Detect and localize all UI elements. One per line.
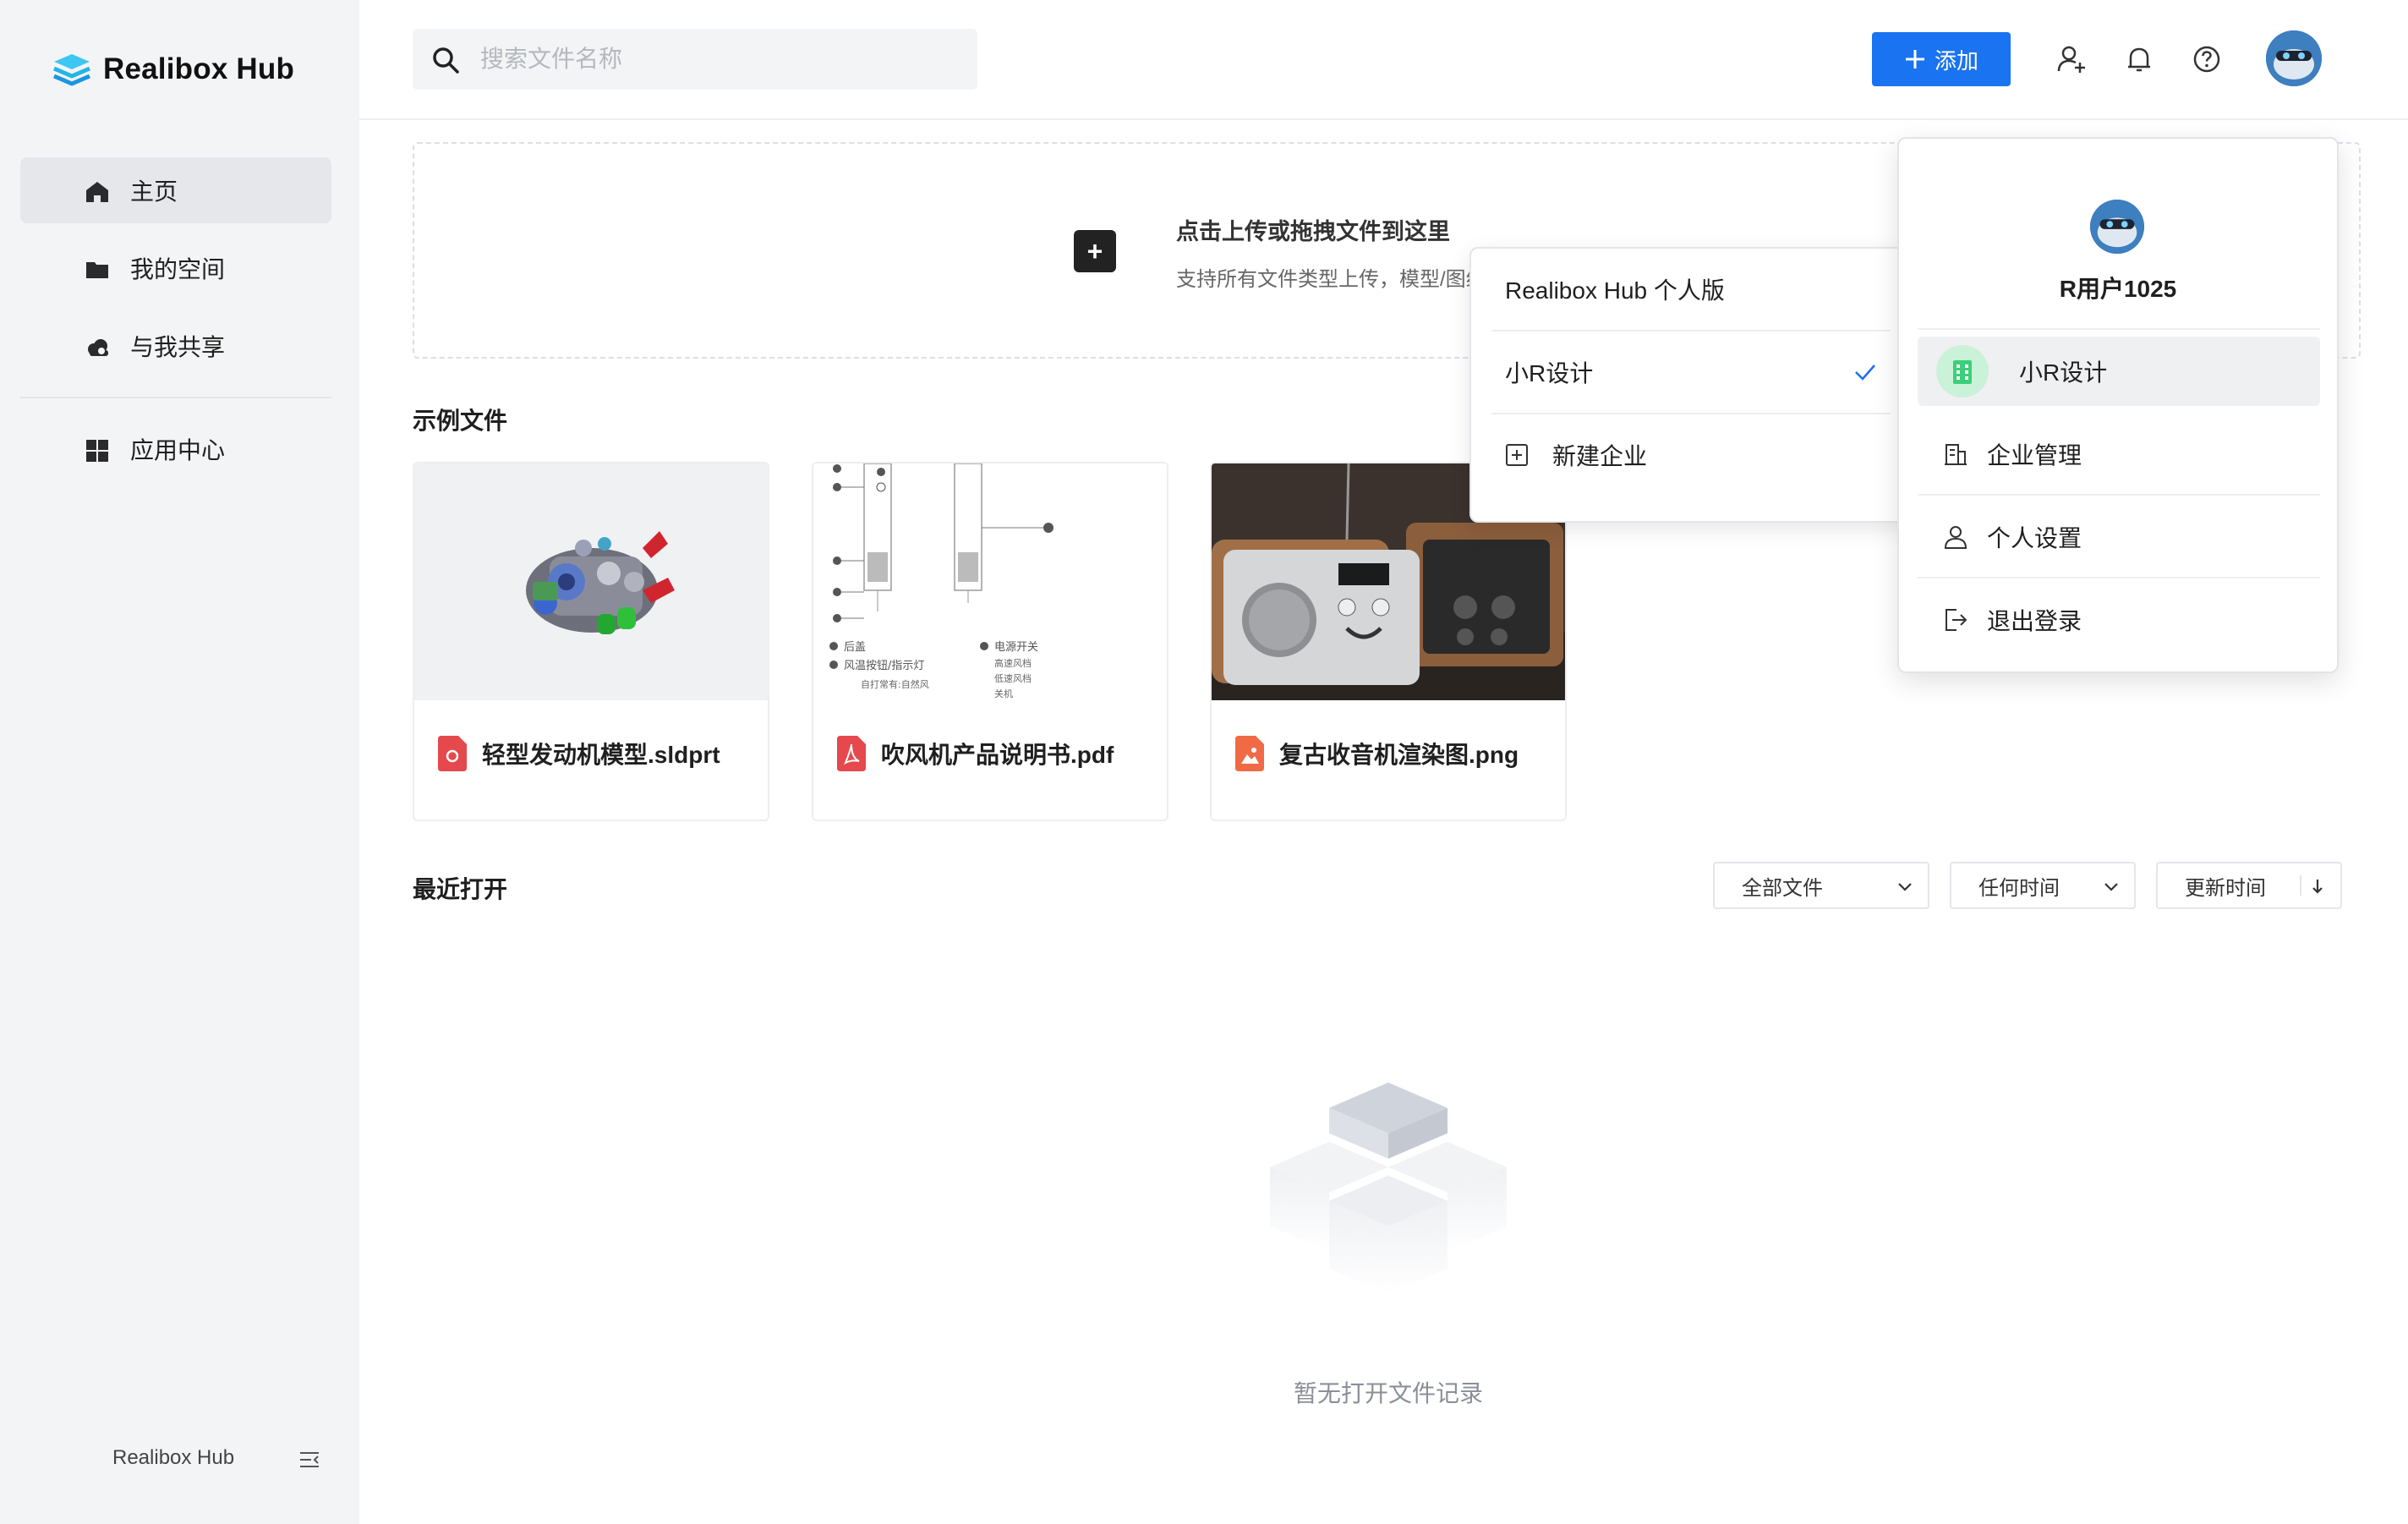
empty-state-illustration (1270, 1083, 1507, 1294)
sidebar-footer: Realibox Hub (0, 1438, 359, 1482)
realibox-logo-icon (53, 54, 90, 86)
user-avatar[interactable] (2266, 30, 2322, 86)
sidebar-item-label: 我的空间 (130, 256, 226, 282)
file-thumbnail (414, 463, 768, 700)
empty-state-text: 暂无打开文件记录 (1294, 1380, 1484, 1406)
home-icon (86, 182, 108, 202)
recent-title: 最近打开 (413, 876, 508, 902)
sidebar: Realibox Hub 主页 我的空间 与我共享 应用中心 Realibox … (0, 0, 359, 1524)
bell-icon[interactable] (2124, 44, 2154, 74)
help-icon[interactable] (2192, 44, 2222, 74)
sidebar-item-label: 应用中心 (130, 437, 226, 463)
menu-item-label: 退出登录 (1987, 608, 2082, 634)
username: R用户1025 (2059, 276, 2177, 302)
new-org-option[interactable]: 新建企业 (1491, 414, 1891, 496)
plus-icon (1905, 50, 1924, 69)
sidebar-item-label: 主页 (130, 178, 178, 205)
file-card-pdf[interactable]: 后盖 风温按钮/指示灯 自打常有:自然风 电源开关 高速风档 低速风档 关机 吹… (812, 462, 1168, 821)
file-thumbnail: 后盖 风温按钮/指示灯 自打常有:自然风 电源开关 高速风档 低速风档 关机 (813, 463, 1167, 700)
upload-plus-icon[interactable]: + (1074, 230, 1116, 272)
file-type-filter[interactable]: 全部文件 (1713, 862, 1929, 909)
sidebar-item-home[interactable]: 主页 (20, 157, 331, 223)
current-org-item[interactable]: 小R设计 (1918, 337, 2320, 406)
user-icon (1944, 526, 1967, 549)
app-logo[interactable]: Realibox Hub (52, 52, 294, 86)
panel-avatar (2090, 200, 2144, 254)
building-icon (1953, 360, 1972, 384)
chevron-down-icon (2104, 883, 2118, 891)
sort-desc-icon[interactable] (2308, 877, 2327, 896)
enterprise-icon (1945, 444, 1967, 465)
cad-file-icon (438, 736, 467, 771)
search-box[interactable] (413, 29, 977, 90)
filter-label: 全部文件 (1742, 876, 1823, 900)
sidebar-divider (20, 397, 331, 398)
profile-panel: R用户1025 小R设计 企业管理 个人设置 退出登录 (1897, 137, 2339, 673)
image-file-icon (1235, 736, 1264, 771)
file-meta: 轻型发动机模型.sldprt (438, 736, 720, 771)
enterprise-management-item[interactable]: 企业管理 (1918, 419, 2320, 489)
file-card-engine[interactable]: 轻型发动机模型.sldprt (413, 462, 769, 821)
upload-subtitle: 支持所有文件类型上传，模型/图纸 (1176, 268, 1472, 291)
file-meta: 复古收音机渲染图.png (1235, 736, 1519, 771)
panel-divider (1918, 328, 2320, 330)
search-input[interactable] (479, 45, 952, 74)
org-option-label: 小R设计 (1505, 360, 1594, 386)
sidebar-item-label: 与我共享 (130, 334, 226, 360)
cloud-share-icon (88, 339, 108, 356)
file-name: 吹风机产品说明书.pdf (881, 742, 1114, 768)
filter-label: 任何时间 (1978, 876, 2060, 900)
sidebar-item-shared[interactable]: 与我共享 (20, 313, 331, 379)
new-org-label: 新建企业 (1552, 443, 1648, 469)
check-icon (1855, 365, 1875, 381)
app-name: Realibox Hub (103, 52, 295, 85)
pdf-label: 关机 (994, 688, 1013, 699)
add-button[interactable]: 添加 (1872, 32, 2011, 86)
logout-item[interactable]: 退出登录 (1918, 585, 2320, 655)
org-option-personal[interactable]: Realibox Hub 个人版 (1491, 249, 1891, 330)
pdf-label: 后盖 (844, 641, 866, 654)
footer-brand: Realibox Hub (112, 1446, 235, 1469)
search-icon (433, 47, 459, 74)
file-meta: 吹风机产品说明书.pdf (837, 736, 1114, 771)
file-name: 轻型发动机模型.sldprt (482, 742, 720, 768)
chevron-down-icon (1898, 883, 1912, 891)
pdf-label: 高速风档 (994, 657, 1032, 669)
org-badge (1936, 345, 1989, 397)
time-filter[interactable]: 任何时间 (1950, 862, 2136, 909)
org-switch-dropdown: Realibox Hub 个人版 小R设计 新建企业 (1469, 247, 1909, 523)
folder-icon (86, 262, 108, 278)
pdf-diagram-image: 后盖 风温按钮/指示灯 自打常有:自然风 电源开关 高速风档 低速风档 关机 (829, 463, 1054, 699)
add-button-label: 添加 (1934, 47, 1978, 74)
file-name: 复古收音机渲染图.png (1279, 742, 1519, 768)
upload-title: 点击上传或拖拽文件到这里 (1176, 219, 1450, 244)
pdf-label: 电源开关 (994, 641, 1038, 654)
engine-model-image (526, 531, 675, 634)
logout-icon (1946, 609, 1967, 631)
sort-filter[interactable]: 更新时间 (2156, 862, 2342, 909)
filter-label: 更新时间 (2185, 876, 2266, 900)
panel-divider (1918, 577, 2320, 578)
sidebar-item-app-center[interactable]: 应用中心 (20, 416, 331, 482)
menu-item-label: 个人设置 (1987, 525, 2082, 551)
menu-item-label: 企业管理 (1987, 442, 2082, 469)
plus-square-icon (1506, 444, 1528, 466)
add-user-icon[interactable] (2056, 44, 2087, 74)
sidebar-item-my-space[interactable]: 我的空间 (20, 235, 331, 301)
apps-grid-icon (86, 440, 108, 462)
avatar-image (2266, 30, 2322, 86)
collapse-sidebar-icon[interactable] (298, 1448, 321, 1472)
pdf-label: 低速风档 (994, 672, 1032, 684)
pdf-label: 自打常有:自然风 (861, 678, 929, 690)
org-option-label: Realibox Hub 个人版 (1505, 277, 1725, 304)
pdf-label: 风温按钮/指示灯 (844, 660, 924, 672)
avatar-image (2090, 200, 2144, 254)
panel-divider (1918, 494, 2320, 496)
sort-divider (2300, 875, 2301, 896)
org-option-xiaor[interactable]: 小R设计 (1491, 332, 1891, 413)
personal-settings-item[interactable]: 个人设置 (1918, 502, 2320, 572)
pdf-file-icon (837, 736, 866, 771)
examples-title: 示例文件 (413, 408, 508, 434)
current-org-label: 小R设计 (2019, 359, 2108, 386)
